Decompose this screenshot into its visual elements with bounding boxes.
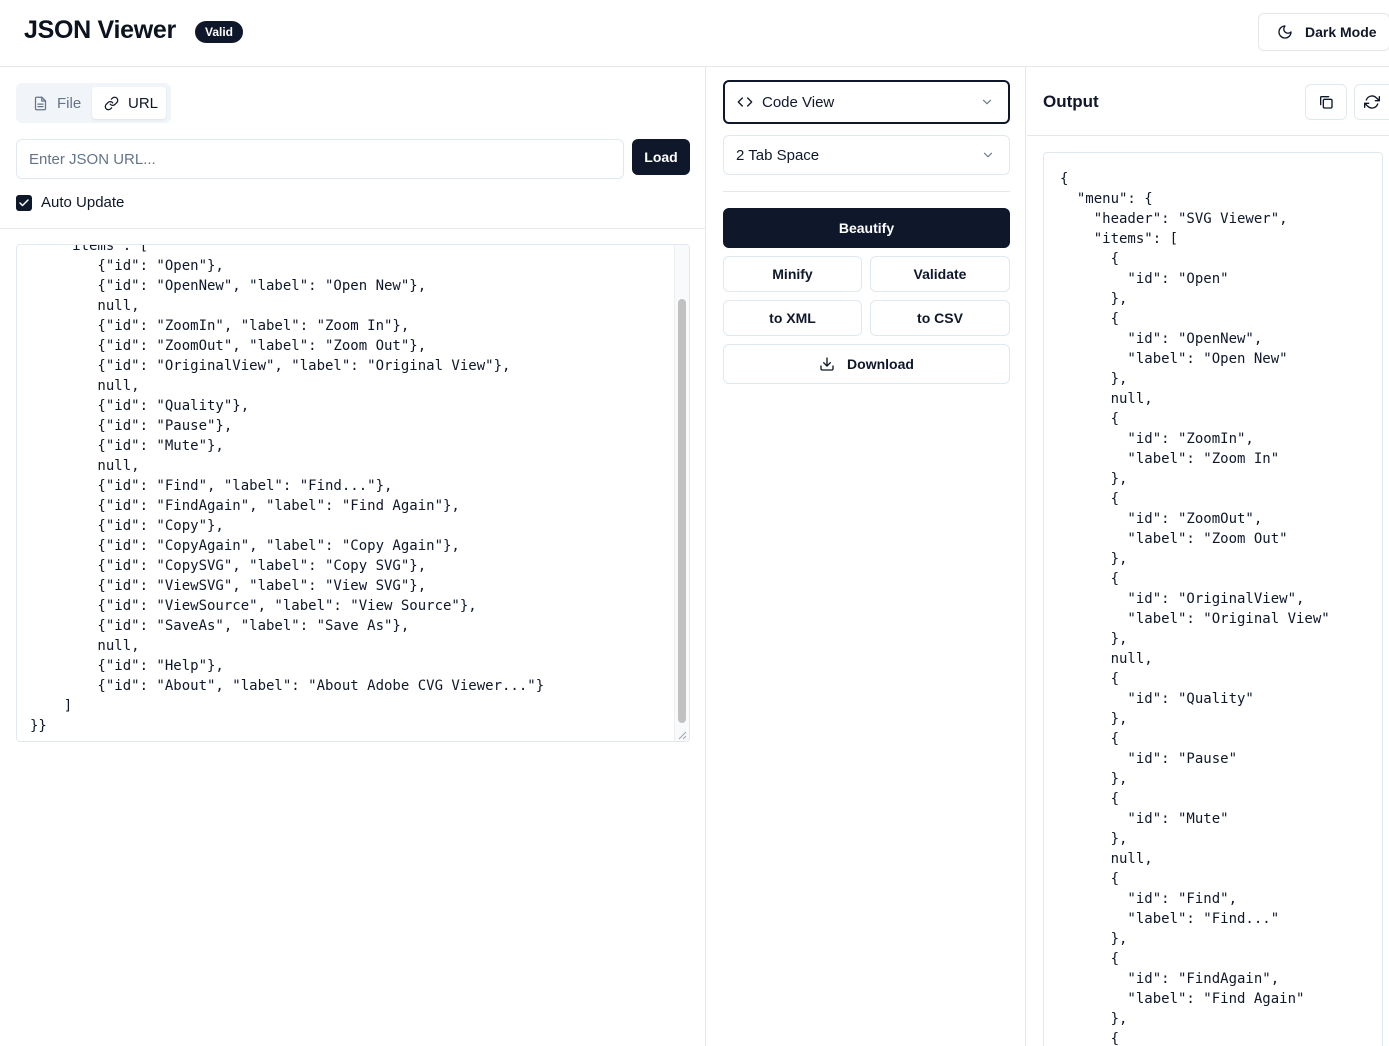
tab-url-label: URL xyxy=(128,94,159,112)
to-xml-button[interactable]: to XML xyxy=(723,300,862,336)
validate-button[interactable]: Validate xyxy=(870,256,1010,292)
code-icon xyxy=(737,97,753,107)
json-url-input[interactable] xyxy=(16,139,624,179)
file-icon xyxy=(34,96,47,110)
link-icon xyxy=(104,96,119,110)
tab-url[interactable]: URL xyxy=(92,87,166,119)
load-button[interactable]: Load xyxy=(632,139,690,175)
view-mode-select[interactable]: Code View xyxy=(723,80,1010,124)
copy-button[interactable] xyxy=(1305,84,1347,120)
moon-icon xyxy=(1278,25,1292,39)
app-header: JSON Viewer Valid Dark Mode xyxy=(0,0,1389,67)
auto-update-toggle[interactable]: Auto Update xyxy=(16,194,124,211)
resize-grip-icon[interactable] xyxy=(677,730,687,740)
input-panel: File URL Load Auto Update "items": [ {"i… xyxy=(0,67,706,1046)
to-csv-button[interactable]: to CSV xyxy=(870,300,1010,336)
chevron-down-icon xyxy=(983,152,993,158)
divider xyxy=(0,228,706,229)
editor-scroll-thumb[interactable] xyxy=(678,299,686,723)
json-input-text[interactable]: "items": [ {"id": "Open"}, {"id": "OpenN… xyxy=(30,245,544,736)
beautify-button[interactable]: Beautify xyxy=(723,208,1010,248)
output-viewer[interactable]: { "menu": { "header": "SVG Viewer", "ite… xyxy=(1043,152,1383,1046)
view-mode-value: Code View xyxy=(762,93,835,111)
divider xyxy=(723,191,1010,192)
editor-scrollbar[interactable] xyxy=(674,245,689,741)
output-panel: Output { "menu": { "header": "SVG Viewer… xyxy=(1027,67,1389,1046)
download-label: Download xyxy=(847,356,914,372)
dark-mode-button[interactable]: Dark Mode xyxy=(1258,13,1389,51)
output-header: Output xyxy=(1027,67,1389,136)
auto-update-checkbox[interactable] xyxy=(16,194,32,211)
refresh-button[interactable] xyxy=(1354,84,1389,120)
valid-badge: Valid xyxy=(195,21,244,43)
chevron-down-icon xyxy=(982,99,992,105)
output-title: Output xyxy=(1043,92,1099,111)
download-button[interactable]: Download xyxy=(723,344,1010,384)
indent-select[interactable]: 2 Tab Space xyxy=(723,135,1010,175)
controls-panel: Code View 2 Tab Space Beautify Minify Va… xyxy=(707,67,1026,1046)
indent-value: 2 Tab Space xyxy=(736,146,820,164)
json-input-editor[interactable]: "items": [ {"id": "Open"}, {"id": "OpenN… xyxy=(16,244,690,742)
json-output-text: { "menu": { "header": "SVG Viewer", "ite… xyxy=(1060,171,1330,1046)
copy-icon xyxy=(1320,96,1333,109)
download-icon xyxy=(820,357,834,371)
app-title: JSON Viewer xyxy=(24,16,176,44)
auto-update-label: Auto Update xyxy=(41,194,125,211)
tab-file-label: File xyxy=(57,94,82,112)
refresh-icon xyxy=(1364,95,1380,109)
source-tabs: File URL xyxy=(16,83,171,123)
minify-button[interactable]: Minify xyxy=(723,256,862,292)
dark-mode-label: Dark Mode xyxy=(1305,24,1377,40)
tab-file[interactable]: File xyxy=(20,87,94,119)
check-icon xyxy=(19,198,29,206)
